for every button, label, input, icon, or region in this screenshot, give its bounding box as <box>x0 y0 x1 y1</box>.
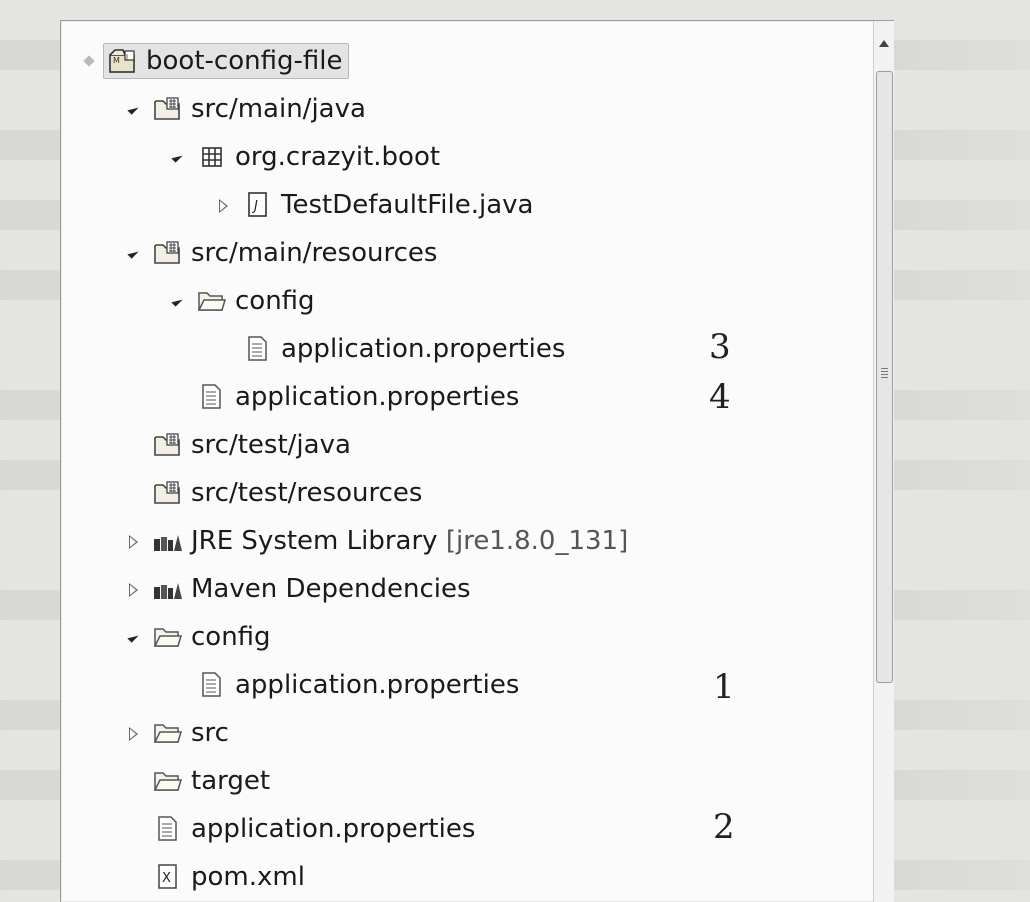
tree-item-label: src/main/java <box>191 94 366 124</box>
package-explorer-panel: MJ boot-config-file src/main/java org.cr… <box>60 20 894 902</box>
scrollbar-thumb[interactable] <box>876 71 893 683</box>
tree-item-label: src/main/resources <box>191 238 438 268</box>
package-icon <box>195 142 229 172</box>
tree-item-target[interactable]: target <box>61 759 861 803</box>
xml-file-icon: X <box>151 862 185 892</box>
arrow-up-icon <box>879 39 889 47</box>
maven-project-icon: MJ <box>106 46 140 76</box>
tree-item-config[interactable]: config <box>61 615 861 659</box>
tree-item-application-properties[interactable]: application.properties <box>61 807 861 851</box>
tree-item-label: application.properties <box>235 382 520 412</box>
folder-icon <box>151 622 185 652</box>
tree-item-src-test-java[interactable]: src/test/java <box>61 423 861 467</box>
annotation-number: 2 <box>713 807 735 847</box>
tree-item-jre-system-library[interactable]: JRE System Library [jre1.8.0_131] <box>61 519 861 563</box>
tree-item-label: application.properties <box>281 334 566 364</box>
tree-item-label: target <box>191 766 271 796</box>
tree-item-pom-xml[interactable]: X pom.xml <box>61 855 861 899</box>
tree-item-testdefaultfile-java[interactable]: J TestDefaultFile.java <box>61 183 861 227</box>
library-icon <box>151 526 185 556</box>
vertical-scrollbar[interactable] <box>873 21 894 902</box>
svg-text:J: J <box>125 53 128 61</box>
library-icon <box>151 574 185 604</box>
source-folder-icon <box>151 478 185 508</box>
tree-item-maven-dependencies[interactable]: Maven Dependencies <box>61 567 861 611</box>
collapse-toggle[interactable] <box>81 53 97 69</box>
folder-icon <box>195 286 229 316</box>
collapse-toggle[interactable] <box>125 629 141 645</box>
tree-item-label: src <box>191 718 229 748</box>
tree-item-boot-config-file[interactable]: MJ boot-config-file <box>61 39 861 83</box>
tree-item-application-properties[interactable]: application.properties <box>61 327 861 371</box>
folder-icon <box>151 766 185 796</box>
annotation-number: 4 <box>709 377 731 417</box>
library-version: [jre1.8.0_131] <box>445 526 629 556</box>
tree-item-label: config <box>235 286 315 316</box>
tree-item-application-properties[interactable]: application.properties <box>61 375 861 419</box>
text-file-icon <box>195 670 229 700</box>
collapse-toggle[interactable] <box>125 245 141 261</box>
expand-toggle[interactable] <box>215 197 231 213</box>
folder-icon <box>151 718 185 748</box>
svg-text:M: M <box>113 56 120 65</box>
source-folder-icon <box>151 430 185 460</box>
text-file-icon <box>151 814 185 844</box>
java-file-icon: J <box>241 190 275 220</box>
tree-item-label: Maven Dependencies <box>191 574 471 604</box>
tree-item-label: config <box>191 622 271 652</box>
tree-item-label: TestDefaultFile.java <box>281 190 534 220</box>
tree-item-label: boot-config-file <box>146 46 343 76</box>
annotation-number: 3 <box>709 327 731 367</box>
text-file-icon <box>241 334 275 364</box>
text-file-icon <box>195 382 229 412</box>
tree-item-config[interactable]: config <box>61 279 861 323</box>
tree-item-label: src/test/java <box>191 430 351 460</box>
source-folder-icon <box>151 238 185 268</box>
tree-item-label: JRE System Library [jre1.8.0_131] <box>191 526 629 556</box>
source-folder-icon <box>151 94 185 124</box>
tree-item-org-crazyit-boot[interactable]: org.crazyit.boot <box>61 135 861 179</box>
annotation-number: 1 <box>713 667 735 707</box>
collapse-toggle[interactable] <box>125 101 141 117</box>
tree-item-label: src/test/resources <box>191 478 423 508</box>
grip-icon <box>881 368 888 378</box>
svg-text:X: X <box>162 871 171 886</box>
expand-toggle[interactable] <box>125 533 141 549</box>
scroll-up-button[interactable] <box>874 21 894 65</box>
tree-item-src[interactable]: src <box>61 711 861 755</box>
collapse-toggle[interactable] <box>169 293 185 309</box>
tree-item-src-main-resources[interactable]: src/main/resources <box>61 231 861 275</box>
tree-item-application-properties[interactable]: application.properties <box>61 663 861 707</box>
tree-item-src-main-java[interactable]: src/main/java <box>61 87 861 131</box>
collapse-toggle[interactable] <box>169 149 185 165</box>
expand-toggle[interactable] <box>125 725 141 741</box>
tree-item-label: application.properties <box>235 670 520 700</box>
expand-toggle[interactable] <box>125 581 141 597</box>
tree-item-label: org.crazyit.boot <box>235 142 441 172</box>
project-tree: MJ boot-config-file src/main/java org.cr… <box>61 21 873 902</box>
tree-item-label: pom.xml <box>191 862 305 892</box>
tree-item-src-test-resources[interactable]: src/test/resources <box>61 471 861 515</box>
tree-item-label: application.properties <box>191 814 476 844</box>
